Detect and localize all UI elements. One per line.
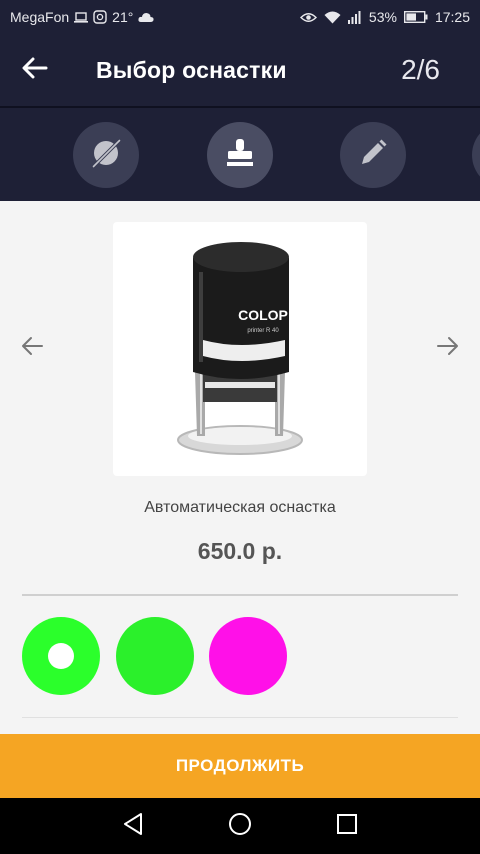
circle-home-icon [228, 812, 252, 841]
no-stamp-icon [90, 137, 122, 174]
prev-product-button[interactable] [12, 331, 52, 365]
back-button[interactable] [0, 34, 70, 106]
stamp-image: COLOP printer R 40 [177, 242, 303, 455]
eye-icon [299, 12, 317, 23]
product-panel: COLOP printer R 40 Автоматическая оснаст… [0, 201, 480, 734]
square-recents-icon [336, 813, 358, 840]
color-swatch-green-selected[interactable] [22, 617, 100, 695]
triangle-back-icon [122, 812, 144, 841]
stamp-brand-label: COLOP [238, 307, 288, 323]
selected-indicator [48, 643, 74, 669]
status-right: 53% 17:25 [299, 9, 470, 25]
pencil-icon [358, 138, 388, 173]
next-product-button[interactable] [428, 331, 468, 365]
system-nav-bar [0, 798, 480, 854]
color-swatch-green[interactable] [116, 617, 194, 695]
carrier-name: MegaFon [10, 9, 70, 25]
stamp-model-label: printer R 40 [247, 328, 279, 334]
page-title: Выбор оснастки [96, 56, 287, 83]
color-swatch-magenta[interactable] [209, 617, 287, 695]
status-left: MegaFon 21° [10, 9, 154, 25]
battery-icon [403, 11, 428, 23]
product-image: COLOP printer R 40 [113, 222, 367, 476]
app-bar: Выбор оснастки 2/6 [0, 34, 480, 106]
temperature: 21° [112, 9, 134, 25]
product-name: Автоматическая оснастка [144, 499, 336, 516]
messenger-icon [93, 10, 107, 24]
nav-back-button[interactable] [117, 810, 149, 842]
continue-button[interactable]: ПРОДОЛЖИТЬ [0, 734, 480, 798]
clock: 17:25 [434, 9, 470, 25]
step-counter: 2/6 [401, 54, 440, 85]
nav-home-button[interactable] [224, 810, 256, 842]
product-price: 650.0 р. [197, 538, 283, 564]
divider-top [22, 594, 458, 596]
battery-percent: 53% [368, 9, 397, 25]
tab-stamp[interactable] [207, 122, 273, 188]
tab-more[interactable] [472, 122, 480, 188]
arrow-left-icon [20, 336, 44, 361]
cloud-icon [138, 12, 154, 23]
stamp-icon [225, 137, 255, 174]
tab-pencil[interactable] [340, 122, 406, 188]
wifi-icon [324, 11, 341, 24]
arrow-right-icon [436, 336, 460, 361]
option-tabs [0, 108, 480, 201]
laptop-icon [74, 11, 89, 23]
nav-recents-button[interactable] [331, 810, 363, 842]
status-bar: MegaFon 21° 53% 17:25 [0, 0, 480, 34]
divider-bottom [22, 717, 458, 718]
signal-icon [347, 10, 362, 24]
arrow-left-icon [22, 57, 48, 84]
tab-no-stamp[interactable] [73, 122, 139, 188]
